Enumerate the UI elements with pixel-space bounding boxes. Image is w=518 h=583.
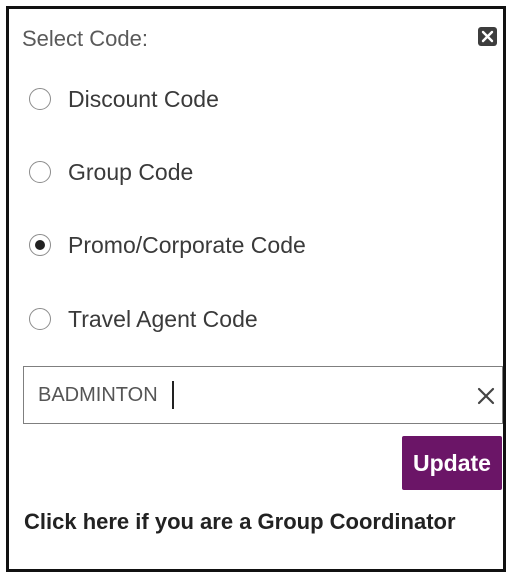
close-icon: [481, 30, 494, 43]
code-input[interactable]: [38, 367, 438, 423]
radio-travel-agent-code[interactable]: [29, 308, 51, 330]
option-travel-agent-code[interactable]: Travel Agent Code: [29, 302, 258, 336]
update-button[interactable]: Update: [402, 436, 502, 490]
option-label: Group Code: [68, 158, 194, 185]
option-discount-code[interactable]: Discount Code: [29, 82, 219, 116]
option-group-code[interactable]: Group Code: [29, 155, 193, 189]
radio-discount-code[interactable]: [29, 88, 51, 110]
radio-group-code[interactable]: [29, 161, 51, 183]
text-caret: [172, 381, 174, 409]
option-label: Travel Agent Code: [68, 305, 258, 332]
close-button[interactable]: [478, 27, 497, 46]
group-coordinator-link[interactable]: Click here if you are a Group Coordinato…: [24, 508, 484, 536]
radio-promo-corporate-code[interactable]: [29, 234, 51, 256]
option-promo-corporate-code[interactable]: Promo/Corporate Code: [29, 228, 306, 262]
dialog-title: Select Code:: [22, 26, 148, 51]
code-input-box: [23, 366, 503, 424]
option-label: Discount Code: [68, 85, 219, 112]
clear-x-icon[interactable]: [476, 386, 496, 406]
option-label: Promo/Corporate Code: [68, 231, 306, 258]
